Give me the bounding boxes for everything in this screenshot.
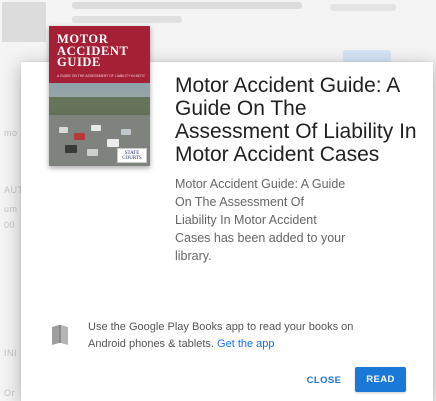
background-thumbnail [2,2,46,42]
close-button[interactable]: CLOSE [304,369,344,391]
background-fragment: Or [4,388,15,398]
cover-car [107,139,119,147]
cover-publisher-logo: STATE COURTS [117,148,147,163]
cover-trees [49,97,150,115]
cover-car [91,125,101,131]
book-cover-subtitle: A GUIDE ON THE ASSESSMENT OF LIABILITY I… [57,74,145,78]
get-the-app-link[interactable]: Get the app [217,338,275,350]
dialog-message: Motor Accident Guide: A Guide On The Ass… [175,177,346,263]
book-cover[interactable]: MOTOR ACCIDENT GUIDE A GUIDE ON THE ASSE… [49,26,150,166]
dialog-title: Motor Accident Guide: A Guide On The Ass… [175,74,417,166]
book-icon [52,325,68,345]
cover-title-line: GUIDE [57,55,101,69]
book-cover-title: MOTOR ACCIDENT GUIDE [57,33,147,69]
background-rating-line [330,4,396,11]
background-fragment: INI [4,348,18,358]
background-fragment: 00 [4,220,16,230]
background-fragment: mo [4,128,18,138]
cover-car [74,133,85,140]
cover-car [87,149,98,156]
play-books-app-info: Use the Google Play Books app to read yo… [88,319,393,353]
background-subheading-line [72,16,182,23]
cover-car [65,145,77,153]
background-fragment: um [4,204,18,214]
cover-car [121,129,131,135]
read-button[interactable]: READ [355,367,406,392]
added-to-library-dialog: MOTOR ACCIDENT GUIDE A GUIDE ON THE ASSE… [21,26,433,401]
cover-car [59,127,68,133]
background-heading-line [72,2,302,9]
